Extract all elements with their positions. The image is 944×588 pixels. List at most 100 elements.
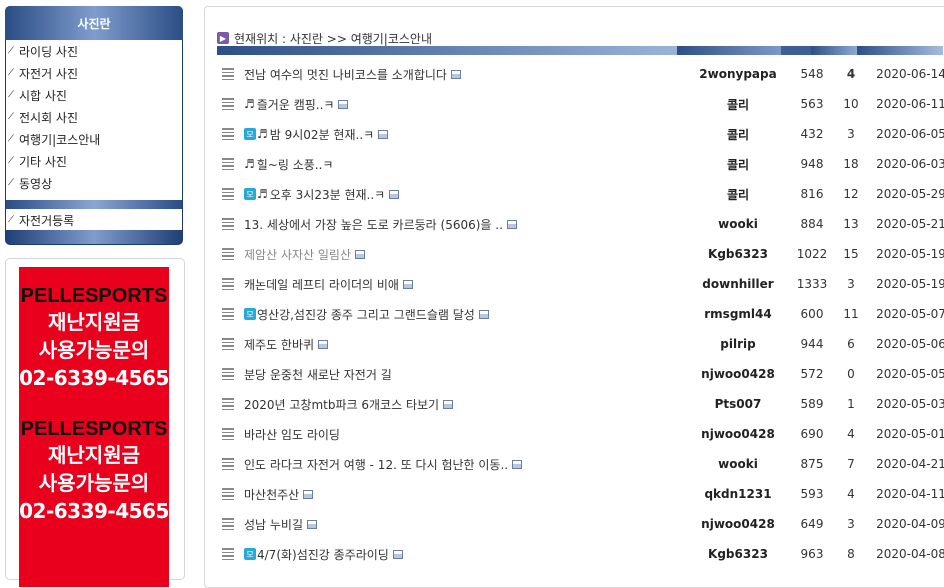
sidebar-list: ⁄ 라이딩 사진 ⁄ 자전거 사진 ⁄ 시합 사진 ⁄ 전시회 사진 ⁄ 여행기|코스안내 ⁄ 기타 … bbox=[6, 40, 182, 200]
post-title-link[interactable]: 13. 세상에서 가장 높은 도로 카르둥라 (5606)을 .. bbox=[244, 216, 686, 233]
banner-line: 사용가능문의 bbox=[38, 471, 150, 495]
post-title: 즐거운 캠핑..ㅋ bbox=[256, 97, 335, 112]
list-icon bbox=[222, 68, 234, 80]
post-hits: 600 bbox=[800, 307, 824, 321]
post-author[interactable]: njwoo0428 bbox=[686, 517, 790, 531]
post-comments: 4 bbox=[847, 487, 855, 501]
post-author[interactable]: 콜리 bbox=[686, 96, 790, 113]
table-row: 인도 라다크 자전거 여행 - 12. 또 다시 험난한 이동.. wooki 87… bbox=[205, 449, 944, 479]
post-title-link[interactable]: ♬ 즐거운 캠핑..ㅋ bbox=[244, 96, 686, 113]
post-author[interactable]: Pts007 bbox=[686, 397, 790, 411]
post-author[interactable]: 콜리 bbox=[686, 126, 790, 143]
bullet-icon: ⁄ bbox=[9, 46, 13, 56]
table-row: 모 ♬ 밤 9시02분 현재..ㅋ 콜리 432 3 2020-06-05 bbox=[205, 119, 944, 149]
post-title-link[interactable]: 인도 라다크 자전거 여행 - 12. 또 다시 험난한 이동.. bbox=[244, 456, 686, 473]
post-title: 13. 세상에서 가장 높은 도로 카르둥라 (5606)을 .. bbox=[244, 217, 503, 232]
table-row: 2020년 고창mtb파크 6개코스 타보기 Pts007 589 1 2020-05-… bbox=[205, 389, 944, 419]
sidebar-item[interactable]: ⁄ 시합 사진 bbox=[6, 84, 182, 106]
post-date: 2020-04-11 bbox=[876, 487, 944, 501]
post-comments: 11 bbox=[843, 307, 859, 321]
sidebar-divider bbox=[6, 200, 182, 209]
post-hits: 816 bbox=[800, 187, 824, 201]
post-title-link[interactable]: 캐논데일 레프티 라이더의 비애 bbox=[244, 276, 686, 293]
music-note-icon: ♬ bbox=[257, 187, 268, 201]
post-comments: 4 bbox=[847, 427, 855, 441]
post-hits: 589 bbox=[800, 397, 824, 411]
post-author[interactable]: wooki bbox=[686, 457, 790, 471]
sidebar-item-bike-register[interactable]: ⁄ 자전거등록 bbox=[6, 209, 182, 231]
post-title: 2020년 고창mtb파크 6개코스 타보기 bbox=[244, 397, 440, 412]
post-author[interactable]: rmsgml44 bbox=[686, 307, 790, 321]
post-author[interactable]: 콜리 bbox=[686, 156, 790, 173]
post-author[interactable]: Kgb6323 bbox=[686, 247, 790, 261]
arrow-right-icon: ▶ bbox=[217, 32, 229, 44]
post-title-link[interactable]: 제주도 한바퀴 bbox=[244, 336, 686, 353]
sidebar-title: 사진란 bbox=[5, 6, 183, 40]
post-hits: 884 bbox=[800, 217, 824, 231]
sidebar-item-label: 전시회 사진 bbox=[19, 110, 79, 125]
table-row: 분당 운중천 새로난 자전거 길 njwoo0428 572 0 2020-05-05 bbox=[205, 359, 944, 389]
post-title-link[interactable]: 전남 여수의 멋진 나비코스를 소개합니다 bbox=[244, 66, 686, 83]
list-icon bbox=[222, 218, 234, 230]
list-icon bbox=[222, 308, 234, 320]
mobile-badge-icon: 모 bbox=[244, 308, 256, 320]
post-author[interactable]: 콜리 bbox=[686, 186, 790, 203]
table-row: 13. 세상에서 가장 높은 도로 카르둥라 (5606)을 .. wooki 88… bbox=[205, 209, 944, 239]
post-date: 2020-06-11 bbox=[876, 97, 944, 111]
image-attachment-icon bbox=[378, 129, 389, 139]
post-title-link[interactable]: 모 영산강,섬진강 종주 그리고 그랜드슬램 달성 bbox=[244, 306, 686, 323]
music-note-icon: ♬ bbox=[257, 127, 268, 141]
post-comments: 8 bbox=[847, 547, 855, 561]
post-title-link[interactable]: 분당 운중천 새로난 자전거 길 bbox=[244, 366, 686, 383]
sidebar-item[interactable]: ⁄ 자전거 사진 bbox=[6, 62, 182, 84]
post-date: 2020-05-06 bbox=[876, 337, 944, 351]
post-author[interactable]: Kgb6323 bbox=[686, 547, 790, 561]
table-row: 모 영산강,섬진강 종주 그리고 그랜드슬램 달성 rmsgml44 600 11 202… bbox=[205, 299, 944, 329]
list-icon bbox=[222, 428, 234, 440]
image-attachment-icon bbox=[506, 219, 517, 229]
post-date: 2020-04-09 bbox=[876, 517, 944, 531]
post-list: 전남 여수의 멋진 나비코스를 소개합니다 2wonypapa 548 4 2020-0… bbox=[205, 59, 944, 569]
sidebar-item[interactable]: ⁄ 동영상 bbox=[6, 172, 182, 194]
post-title-link[interactable]: 바라산 임도 라이딩 bbox=[244, 426, 686, 443]
post-title-link[interactable]: 모 ♬ 오후 3시23분 현재..ㅋ bbox=[244, 186, 686, 203]
post-title: 4/7(화)섬진강 종주라이딩 bbox=[257, 547, 389, 562]
post-title: 마산천주산 bbox=[244, 487, 300, 502]
sidebar-item[interactable]: ⁄ 라이딩 사진 bbox=[6, 40, 182, 62]
bullet-icon: ⁄ bbox=[9, 90, 13, 100]
post-date: 2020-06-14 bbox=[876, 67, 944, 81]
post-title-link[interactable]: ♬ 힐~링 소풍..ㅋ bbox=[244, 156, 686, 173]
post-title-link[interactable]: 모 4/7(화)섬진강 종주라이딩 bbox=[244, 546, 686, 563]
sidebar-item[interactable]: ⁄ 여행기|코스안내 bbox=[6, 128, 182, 150]
post-author[interactable]: downhiller bbox=[686, 277, 790, 291]
post-author[interactable]: pilrip bbox=[686, 337, 790, 351]
post-title-link[interactable]: 마산천주산 bbox=[244, 486, 686, 503]
bullet-icon: ⁄ bbox=[9, 215, 13, 225]
ad-banner[interactable]: PELLESPORTS 재난지원금 사용가능문의 02-6339-4565 PE… bbox=[19, 267, 169, 587]
post-author[interactable]: njwoo0428 bbox=[686, 427, 790, 441]
list-icon bbox=[222, 158, 234, 170]
ad-banner-box: PELLESPORTS 재난지원금 사용가능문의 02-6339-4565 PE… bbox=[5, 258, 185, 587]
table-row: ♬ 힐~링 소풍..ㅋ 콜리 948 18 2020-06-03 bbox=[205, 149, 944, 179]
post-hits: 690 bbox=[800, 427, 824, 441]
post-title: 오후 3시23분 현재..ㅋ bbox=[269, 187, 386, 202]
sidebar-item[interactable]: ⁄ 전시회 사진 bbox=[6, 106, 182, 128]
banner-brand: PELLESPORTS bbox=[20, 285, 168, 307]
post-author[interactable]: wooki bbox=[686, 217, 790, 231]
post-title-link[interactable]: 제암산 사자산 일림산 bbox=[244, 246, 686, 263]
post-author[interactable]: 2wonypapa bbox=[686, 67, 790, 81]
mobile-badge-icon: 모 bbox=[244, 188, 256, 200]
image-attachment-icon bbox=[402, 279, 413, 289]
post-title-link[interactable]: 모 ♬ 밤 9시02분 현재..ㅋ bbox=[244, 126, 686, 143]
image-attachment-icon bbox=[392, 549, 403, 559]
sidebar-item-label: 기타 사진 bbox=[19, 154, 67, 169]
mobile-badge-icon: 모 bbox=[244, 548, 256, 560]
post-hits: 963 bbox=[800, 547, 824, 561]
sidebar-item[interactable]: ⁄ 기타 사진 bbox=[6, 150, 182, 172]
image-attachment-icon bbox=[307, 519, 318, 529]
post-title-link[interactable]: 2020년 고창mtb파크 6개코스 타보기 bbox=[244, 396, 686, 413]
image-attachment-icon bbox=[318, 339, 329, 349]
post-author[interactable]: qkdn1231 bbox=[686, 487, 790, 501]
post-title-link[interactable]: 성남 누비길 bbox=[244, 516, 686, 533]
post-author[interactable]: njwoo0428 bbox=[686, 367, 790, 381]
